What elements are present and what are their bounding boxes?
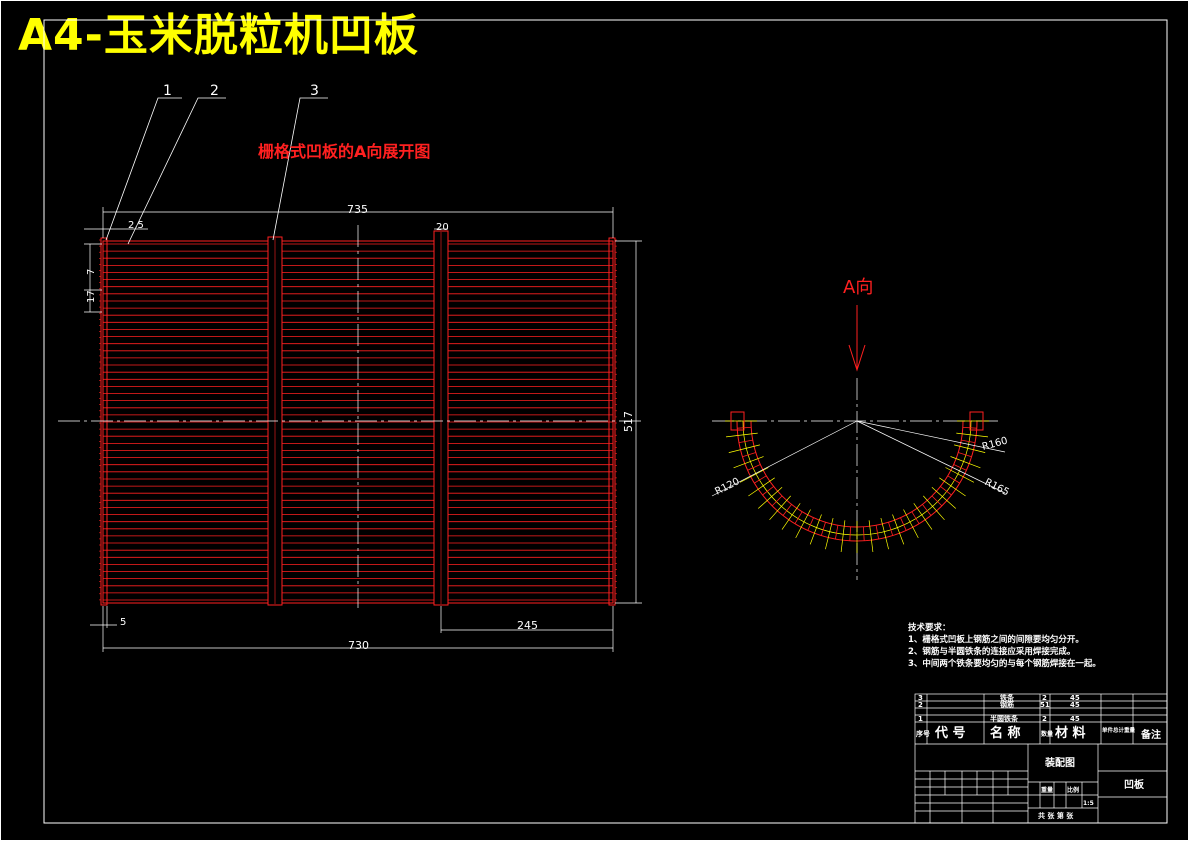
leader-3 [272, 97, 328, 241]
part-1-name: 半圆铁条 [990, 714, 1019, 723]
leader-1 [105, 97, 182, 241]
header-weight: 单件总计重量 [1102, 726, 1136, 734]
radial-bar [931, 487, 957, 509]
leader-label-3: 3 [310, 83, 319, 99]
radius-line-r165 [856, 420, 1006, 494]
radial-tick [771, 495, 783, 507]
radial-bar [868, 520, 874, 553]
radial-tick [738, 439, 753, 443]
header-material: 材 料 [1055, 725, 1086, 741]
header-remark: 备注 [1140, 728, 1161, 741]
scale-value: 1:5 [1083, 800, 1094, 807]
leader-label-2: 2 [210, 83, 219, 99]
radial-bar [725, 432, 758, 438]
dim-bottom-length: 730 [348, 639, 369, 652]
technical-requirements: 技术要求： 1、栅格式凹板上钢筋之间的间隙要均匀分开。 2、钢筋与半圆铁条的连接… [908, 622, 1101, 670]
scale-label: 比例 [1067, 786, 1079, 794]
dim-pitch-small: 7 [86, 269, 97, 275]
dim-edge: 5 [120, 617, 126, 628]
part-1-qty: 2 [1042, 715, 1047, 723]
part-1-no: 1 [918, 715, 923, 723]
dim-r160: R160 [981, 436, 1009, 453]
radial-tick [875, 525, 879, 540]
radial-tick [931, 495, 943, 507]
dim-r120: R120 [713, 476, 741, 498]
view-title: 栅格式凹板的A向展开图 [258, 142, 430, 161]
header-name: 名 称 [990, 725, 1021, 741]
part-2-name: 钢筋 [1000, 700, 1014, 709]
leader-label-1: 1 [163, 83, 172, 99]
unfolded-grid-view [58, 225, 645, 608]
radial-tick [863, 526, 865, 541]
radial-tick [961, 439, 976, 443]
direction-label: A向 [843, 277, 873, 298]
sheet-text: 共 张 第 张 [1038, 811, 1074, 820]
radial-bar [840, 520, 846, 553]
dim-bar-width: 20 [436, 222, 449, 233]
title-block-text: 3 铁条 2 45 2 钢筋 51 45 1 半圆铁条 2 45 序号 代 号 … [915, 693, 1161, 820]
part-1-material: 45 [1070, 715, 1080, 723]
part-2-no: 2 [918, 701, 923, 709]
tech-item-3: 3、中间两个铁条要均匀的与每个钢筋焊接在一起。 [908, 659, 1101, 669]
title-block [914, 693, 1168, 824]
drawing-name: 凹板 [1124, 778, 1145, 791]
radial-bar [757, 487, 783, 509]
radial-tick [835, 525, 839, 540]
radial-tick [742, 452, 756, 458]
radial-tick [958, 452, 972, 458]
tech-heading: 技术要求： [908, 623, 951, 633]
tech-item-2: 2、钢筋与半圆铁条的连接应采用焊接完成。 [908, 647, 1076, 657]
section-view: A向 [711, 277, 1006, 580]
inner-frame [43, 19, 1168, 824]
radial-bar [923, 495, 945, 521]
drawing-canvas: 1 2 3 栅格式凹板的A向展开图 735 20 2.5 7 17 517 5 … [0, 0, 1189, 841]
dim-gap: 2.5 [128, 220, 144, 231]
radial-bar [769, 495, 791, 521]
part-2-qty: 51 [1040, 701, 1050, 709]
weight-label: 重量 [1041, 786, 1053, 794]
dim-height: 517 [622, 411, 635, 432]
dim-right-offset: 245 [517, 619, 538, 632]
radial-bar [956, 432, 989, 438]
header-qty: 数量 [1041, 730, 1053, 738]
radial-tick [888, 522, 894, 536]
dim-top-length: 735 [347, 203, 368, 216]
header-code: 代 号 [934, 725, 966, 741]
header-no: 序号 [915, 729, 930, 738]
part-2-material: 45 [1070, 701, 1080, 709]
tech-item-1: 1、栅格式凹板上钢筋之间的间隙要均匀分开。 [908, 635, 1084, 645]
radial-tick [849, 526, 851, 541]
dim-pitch-large: 17 [86, 290, 97, 303]
radial-tick [820, 522, 826, 536]
assembly-label: 装配图 [1044, 756, 1075, 769]
dim-r165: R165 [983, 477, 1011, 499]
